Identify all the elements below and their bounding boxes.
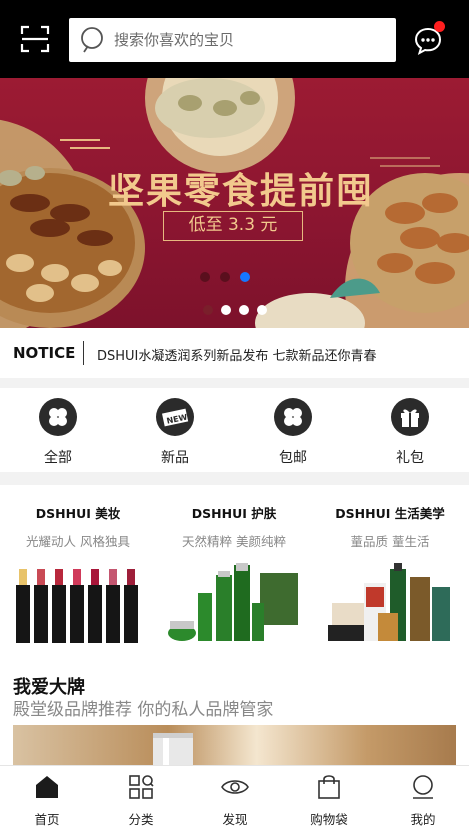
carousel-dot[interactable] <box>239 305 249 315</box>
home-icon <box>36 776 58 798</box>
tab-discover[interactable]: 发现 <box>200 774 270 828</box>
search-input[interactable] <box>114 31 374 49</box>
promo-title: DSHHUI 护肤 <box>191 506 277 521</box>
category-icon <box>129 775 154 799</box>
bottom-tab-bar: 首页 分类 发现 购物袋 我的 <box>0 765 469 835</box>
category-label: 全部 <box>44 450 72 466</box>
tab-label: 首页 <box>34 812 60 827</box>
banner-subtitle: 低至 3.3 元 <box>163 211 303 241</box>
tab-label: 分类 <box>128 812 154 827</box>
scan-icon[interactable] <box>20 24 50 54</box>
brand-banner-image[interactable] <box>13 725 456 765</box>
brand-product-image <box>153 733 193 765</box>
promo-title: DSHHUI 生活美学 <box>335 506 445 521</box>
promo-subtitle: 天然精粹 美颜纯粹 <box>182 534 286 549</box>
lifestyle-product-image <box>328 563 450 641</box>
category-new[interactable]: NEW 新品 <box>145 398 205 467</box>
carousel-dot[interactable] <box>200 272 210 282</box>
tab-profile[interactable]: 我的 <box>388 774 458 828</box>
tab-label: 我的 <box>410 812 436 827</box>
notice-bar[interactable]: NOTICE DSHUI水凝透润系列新品发布 七款新品还你青春 <box>0 328 469 378</box>
top-bar <box>0 0 469 78</box>
promo-skincare[interactable]: DSHHUI 护肤 天然精粹 美颜纯粹 <box>156 485 312 665</box>
banner-title: 坚果零食提前囤 <box>108 170 375 212</box>
carousel-dot[interactable] <box>257 305 267 315</box>
tab-home[interactable]: 首页 <box>12 774 82 828</box>
notice-text[interactable]: DSHUI水凝透润系列新品发布 七款新品还你青春 <box>97 345 377 364</box>
carousel-dot[interactable] <box>220 272 230 282</box>
promo-section: DSHHUI 美妆 光耀动人 风格独具 DSHHUI 护肤 天然精粹 美颜纯粹 <box>0 485 469 665</box>
promo-subtitle: 光耀动人 风格独具 <box>26 534 130 549</box>
tab-label: 购物袋 <box>310 812 348 827</box>
category-nav: 全部 NEW 新品 包邮 礼包 <box>0 388 469 472</box>
tab-label: 发现 <box>222 812 248 827</box>
promo-title: DSHHUI 美妆 <box>35 506 121 521</box>
notice-divider <box>83 341 84 365</box>
promo-subtitle: 蕫品质 蕫生活 <box>350 534 430 549</box>
notification-badge <box>434 21 445 32</box>
promo-makeup[interactable]: DSHHUI 美妆 光耀动人 风格独具 <box>0 485 156 665</box>
gift-icon <box>391 398 429 436</box>
category-all[interactable]: 全部 <box>28 398 88 467</box>
carousel-dot[interactable] <box>221 305 231 315</box>
tab-category[interactable]: 分类 <box>106 774 176 828</box>
brand-section: 我爱大牌 殿堂级品牌推荐 你的私人品牌管家 <box>0 665 469 765</box>
category-label: 包邮 <box>279 450 307 466</box>
promo-lifestyle[interactable]: DSHHUI 生活美学 蕫品质 蕫生活 <box>312 485 468 665</box>
tab-shopping-bag[interactable]: 购物袋 <box>294 774 364 828</box>
search-bar[interactable] <box>69 18 396 62</box>
promo-banner[interactable]: 坚果零食提前囤 低至 3.3 元 <box>0 78 469 328</box>
carousel-dot[interactable] <box>203 305 213 315</box>
search-icon <box>81 27 103 53</box>
user-icon <box>413 775 433 799</box>
category-free-shipping[interactable]: 包邮 <box>263 398 323 467</box>
eye-icon <box>221 777 249 797</box>
category-gift[interactable]: 礼包 <box>380 398 440 467</box>
notice-label: NOTICE <box>13 344 76 362</box>
skincare-product-image <box>168 563 298 641</box>
category-label: 新品 <box>161 450 189 466</box>
brand-subtitle: 殿堂级品牌推荐 你的私人品牌管家 <box>13 700 274 720</box>
lipstick-product-image <box>16 569 138 643</box>
new-tag-icon: NEW <box>156 398 194 436</box>
category-label: 礼包 <box>396 450 424 466</box>
clover-icon <box>274 398 312 436</box>
carousel-dot-active[interactable] <box>240 272 250 282</box>
shopping-bag-icon <box>318 775 340 799</box>
clover-icon <box>39 398 77 436</box>
